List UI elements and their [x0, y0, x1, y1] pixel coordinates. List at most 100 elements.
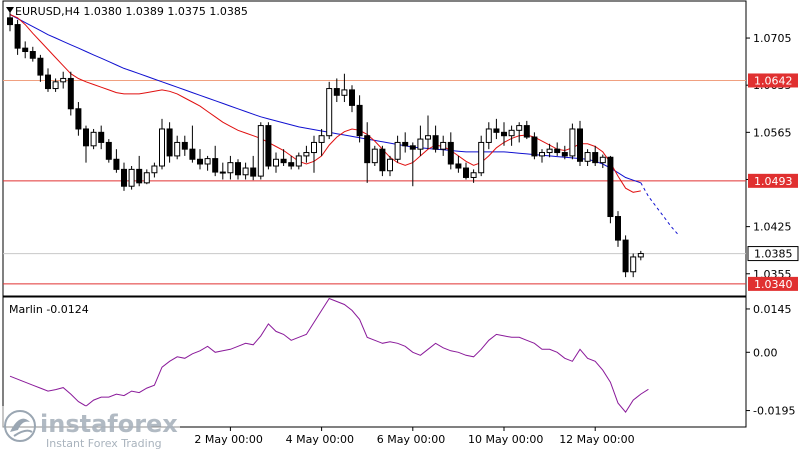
current-price-label: 1.0385: [754, 248, 793, 261]
candle-body: [174, 141, 181, 157]
candle-body: [159, 128, 165, 167]
candle-body: [447, 141, 454, 165]
candle-body: [592, 152, 599, 164]
price-tick-label: 1.0425: [753, 221, 792, 234]
indicator-axis: 0.0145 0.00 -0.0195: [746, 303, 795, 418]
candle-body: [577, 128, 583, 162]
candle-body: [607, 156, 614, 218]
candle-body: [501, 131, 507, 137]
candle-body: [235, 162, 241, 176]
candle-body: [166, 128, 173, 157]
candle-body: [463, 167, 469, 178]
candle-body: [37, 57, 44, 76]
candle-body: [425, 135, 431, 140]
candle-body: [333, 88, 340, 96]
chart-svg: 1.07051.06351.05651.04951.04251.03551.06…: [0, 0, 799, 452]
candle-body: [257, 125, 264, 177]
candle-body: [455, 163, 462, 169]
candle-body: [539, 152, 545, 157]
time-tick-label: 2 May 00:00: [194, 433, 262, 446]
candle: [67, 71, 74, 116]
candle-body: [288, 162, 295, 167]
candle-body: [212, 158, 219, 173]
price-tick-label: 1.0705: [753, 32, 792, 45]
candle-body: [242, 167, 249, 176]
watermark-tagline: Instant Forex Trading: [46, 437, 162, 450]
time-tick-label: 6 May 00:00: [377, 433, 445, 446]
candle-body: [219, 171, 226, 174]
candle-body: [83, 128, 89, 147]
indicator-tick-label: 0.0145: [753, 303, 792, 316]
time-axis: 2 May 00:00 4 May 00:00 6 May 00:00 10 May …: [194, 427, 635, 446]
candle-body: [273, 158, 279, 167]
candle-body: [470, 172, 477, 178]
candle: [569, 123, 576, 160]
candle-body: [326, 88, 333, 137]
candle-body: [584, 152, 591, 162]
level-label: 1.0642: [754, 74, 793, 87]
candle-body: [204, 158, 211, 165]
candle-body: [143, 172, 150, 184]
candle-body: [29, 51, 36, 59]
candle-body: [356, 104, 363, 137]
candle-body: [349, 89, 355, 106]
candle-body: [105, 141, 112, 160]
candle: [371, 145, 378, 167]
candle-body: [265, 125, 272, 167]
candle-body: [599, 156, 606, 164]
candle-body: [637, 253, 644, 258]
price-tick-label: 1.0565: [753, 126, 792, 139]
candle-body: [371, 148, 378, 164]
candle-body: [75, 108, 82, 130]
candle-body: [478, 141, 485, 174]
candle-body: [523, 125, 530, 138]
candle-body: [387, 158, 393, 172]
candle-body: [45, 74, 51, 90]
candle-body: [417, 138, 424, 150]
candle: [90, 128, 97, 150]
candle-body: [432, 135, 439, 150]
level-label: 1.0493: [754, 175, 793, 188]
candle: [607, 155, 614, 224]
candle-body: [402, 141, 409, 147]
candle-body: [440, 141, 447, 150]
candle: [622, 235, 629, 278]
candle-body: [98, 131, 105, 143]
candle-body: [493, 128, 500, 133]
candle-body: [303, 152, 310, 157]
watermark: instaforex Instant Forex Trading: [0, 406, 180, 452]
candle-body: [90, 131, 97, 147]
candle-body: [379, 148, 386, 172]
candle-body: [554, 148, 561, 154]
candle-body: [136, 168, 143, 184]
candle: [326, 81, 333, 140]
indicator-tick-label: 0.00: [753, 346, 778, 359]
level-label: 1.0340: [754, 278, 793, 291]
time-tick-label: 10 May 00:00: [468, 433, 543, 446]
candle: [128, 166, 135, 190]
candle-body: [181, 141, 188, 150]
candle: [257, 122, 264, 180]
chart-header: EURUSD,H4 1.0380 1.0389 1.0375 1.0385: [6, 5, 248, 18]
indicator-label: Marlin -0.0124: [9, 303, 89, 316]
candle-body: [516, 125, 523, 131]
candle-body: [128, 168, 135, 187]
candle-body: [318, 135, 325, 143]
candle-body: [151, 165, 158, 174]
candle-body: [341, 89, 348, 96]
candle-body: [630, 256, 637, 273]
candle-body: [531, 136, 538, 157]
candle: [265, 122, 272, 170]
time-tick-label: 12 May 00:00: [559, 433, 634, 446]
candle-body: [52, 81, 59, 90]
candle-body: [189, 148, 196, 160]
candle-body: [60, 77, 67, 83]
candle-body: [67, 77, 74, 110]
watermark-brand: instaforex: [40, 410, 178, 438]
candle-body: [394, 141, 401, 160]
candle-body: [7, 17, 13, 26]
candle-body: [561, 152, 568, 157]
candle-body: [22, 47, 29, 53]
price-axis: 1.07051.06351.05651.04951.04251.03551.06…: [746, 32, 799, 291]
candle-body: [295, 155, 302, 167]
